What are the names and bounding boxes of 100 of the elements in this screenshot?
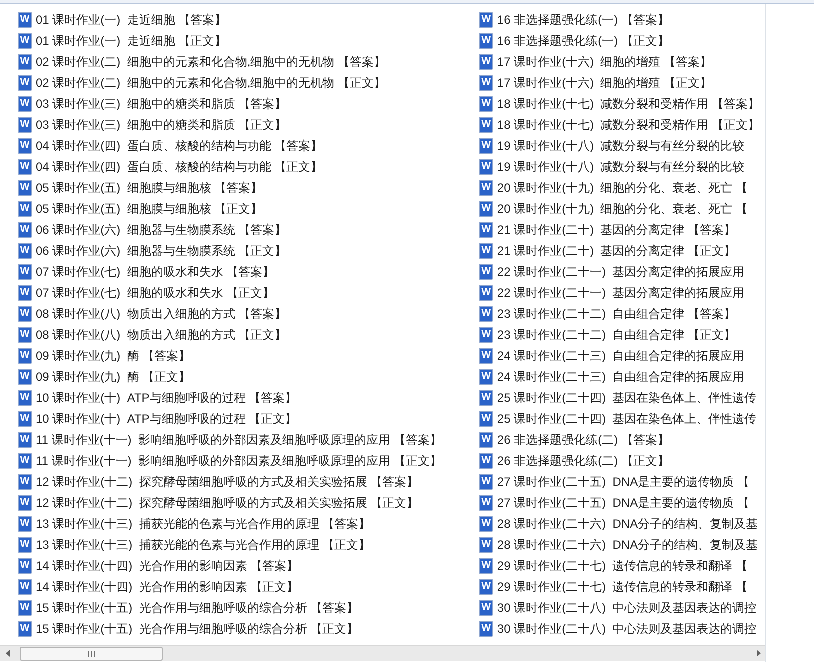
word-document-icon: W (18, 516, 32, 532)
file-name[interactable]: 12 课时作业(十二) 探究酵母菌细胞呼吸的方式及相关实验拓展 【正文】 (36, 494, 419, 510)
word-document-icon: W (18, 620, 32, 636)
word-document-icon: W (18, 474, 32, 490)
scrollbar-thumb[interactable] (20, 646, 163, 660)
file-name[interactable]: 21 课时作业(二十) 基因的分离定律 【答案】 (497, 222, 736, 238)
word-document-icon: W (18, 348, 32, 364)
word-document-icon: W (479, 158, 494, 174)
file-name[interactable]: 27 课时作业(二十五) DNA是主要的遗传物质 【 (497, 494, 750, 510)
file-name[interactable]: 13 课时作业(十三) 捕获光能的色素与光合作用的原理 【答案】 (36, 516, 371, 532)
file-name[interactable]: 28 课时作业(二十六) DNA分子的结构、复制及基 (497, 516, 758, 532)
file-name[interactable]: 11 课时作业(十一) 影响细胞呼吸的外部因素及细胞呼吸原理的应用 【正文】 (36, 452, 442, 468)
file-name[interactable]: 20 课时作业(十九) 细胞的分化、衰老、死亡 【 (497, 200, 748, 216)
word-document-icon: W (18, 410, 32, 426)
word-document-icon: W (18, 578, 32, 594)
word-document-icon: W (479, 558, 494, 574)
horizontal-scrollbar[interactable] (0, 645, 765, 661)
file-name[interactable]: 12 课时作业(十二) 探究酵母菌细胞呼吸的方式及相关实验拓展 【答案】 (36, 474, 419, 490)
file-name[interactable]: 17 课时作业(十六) 细胞的增殖 【正文】 (497, 74, 712, 90)
file-name[interactable]: 16 非选择题强化练(一) 【正文】 (497, 32, 670, 48)
file-name[interactable]: 01 课时作业(一) 走近细胞 【正文】 (36, 32, 227, 48)
word-document-icon: W (18, 452, 32, 468)
word-document-icon: W (18, 600, 32, 616)
word-document-icon: W (479, 96, 494, 112)
file-name[interactable]: 29 课时作业(二十七) 遗传信息的转录和翻译 【 (497, 558, 748, 574)
word-document-icon: W (18, 222, 32, 238)
file-name[interactable]: 08 课时作业(八) 物质出入细胞的方式 【正文】 (36, 326, 287, 342)
word-document-icon: W (18, 138, 32, 154)
file-name[interactable]: 17 课时作业(十六) 细胞的增殖 【答案】 (497, 54, 712, 70)
file-name[interactable]: 04 课时作业(四) 蛋白质、核酸的结构与功能 【正文】 (36, 158, 323, 174)
file-name[interactable]: 28 课时作业(二十六) DNA分子的结构、复制及基 (497, 536, 758, 552)
file-name[interactable]: 18 课时作业(十七) 减数分裂和受精作用 【正文】 (497, 116, 760, 132)
word-document-icon: W (479, 284, 494, 300)
word-document-icon: W (18, 96, 32, 112)
scroll-right-icon[interactable] (756, 650, 761, 657)
file-name[interactable]: 27 课时作业(二十五) DNA是主要的遗传物质 【 (497, 474, 750, 490)
file-name[interactable]: 29 课时作业(二十七) 遗传信息的转录和翻译 【 (497, 578, 748, 594)
word-document-icon: W (18, 536, 32, 552)
word-document-icon: W (18, 74, 32, 90)
file-name[interactable]: 06 课时作业(六) 细胞器与生物膜系统 【正文】 (36, 242, 287, 258)
file-name[interactable]: 19 课时作业(十八) 减数分裂与有丝分裂的比较 (497, 158, 745, 174)
file-name[interactable]: 22 课时作业(二十一) 基因分离定律的拓展应用 (497, 264, 745, 280)
file-name[interactable]: 03 课时作业(三) 细胞中的糖类和脂质 【正文】 (36, 116, 287, 132)
word-document-icon: W (479, 222, 494, 238)
word-document-icon: W (18, 368, 32, 384)
file-name[interactable]: 02 课时作业(二) 细胞中的元素和化合物,细胞中的无机物 【答案】 (36, 54, 386, 70)
file-name[interactable]: 07 课时作业(七) 细胞的吸水和失水 【正文】 (36, 284, 275, 300)
word-document-icon: W (479, 326, 494, 342)
file-name[interactable]: 04 课时作业(四) 蛋白质、核酸的结构与功能 【答案】 (36, 138, 323, 154)
file-name[interactable]: 18 课时作业(十七) 减数分裂和受精作用 【答案】 (497, 96, 760, 112)
word-document-icon: W (479, 390, 494, 406)
file-name[interactable]: 03 课时作业(三) 细胞中的糖类和脂质 【答案】 (36, 96, 287, 112)
word-document-icon: W (18, 284, 32, 300)
file-name[interactable]: 19 课时作业(十八) 减数分裂与有丝分裂的比较 (497, 138, 745, 154)
file-name[interactable]: 30 课时作业(二十八) 中心法则及基因表达的调控 (497, 620, 757, 636)
file-name[interactable]: 20 课时作业(十九) 细胞的分化、衰老、死亡 【 (497, 180, 748, 196)
file-name[interactable]: 05 课时作业(五) 细胞膜与细胞核 【正文】 (36, 200, 263, 216)
word-document-icon: W (479, 578, 494, 594)
file-name[interactable]: 23 课时作业(二十二) 自由组合定律 【正文】 (497, 326, 736, 342)
file-name[interactable]: 26 非选择题强化练(二) 【正文】 (497, 452, 670, 468)
file-name[interactable]: 21 课时作业(二十) 基因的分离定律 【正文】 (497, 242, 736, 258)
file-name[interactable]: 15 课时作业(十五) 光合作用与细胞呼吸的综合分析 【正文】 (36, 620, 359, 636)
word-document-icon: W (479, 180, 494, 196)
file-name[interactable]: 16 非选择题强化练(一) 【答案】 (497, 12, 670, 28)
file-name[interactable]: 25 课时作业(二十四) 基因在染色体上、伴性遗传 (497, 410, 757, 426)
scroll-left-icon[interactable] (6, 650, 11, 657)
file-name[interactable]: 06 课时作业(六) 细胞器与生物膜系统 【答案】 (36, 222, 287, 238)
word-document-icon: W (479, 32, 494, 48)
file-name[interactable]: 07 课时作业(七) 细胞的吸水和失水 【答案】 (36, 264, 275, 280)
word-document-icon: W (479, 452, 494, 468)
word-document-icon: W (18, 116, 32, 132)
file-name[interactable]: 15 课时作业(十五) 光合作用与细胞呼吸的综合分析 【答案】 (36, 600, 359, 616)
word-document-icon: W (18, 200, 32, 216)
file-name[interactable]: 22 课时作业(二十一) 基因分离定律的拓展应用 (497, 284, 745, 300)
file-name[interactable]: 30 课时作业(二十八) 中心法则及基因表达的调控 (497, 600, 757, 616)
file-name[interactable]: 14 课时作业(十四) 光合作用的影响因素 【正文】 (36, 578, 299, 594)
word-document-icon: W (18, 432, 32, 448)
word-document-icon: W (479, 516, 494, 532)
file-name[interactable]: 24 课时作业(二十三) 自由组合定律的拓展应用 (497, 368, 745, 384)
file-name[interactable]: 10 课时作业(十) ATP与细胞呼吸的过程 【正文】 (36, 410, 298, 426)
file-name[interactable]: 24 课时作业(二十三) 自由组合定律的拓展应用 (497, 348, 745, 364)
word-document-icon: W (18, 306, 32, 322)
file-name[interactable]: 11 课时作业(十一) 影响细胞呼吸的外部因素及细胞呼吸原理的应用 【答案】 (36, 432, 442, 448)
file-name[interactable]: 02 课时作业(二) 细胞中的元素和化合物,细胞中的无机物 【正文】 (36, 74, 386, 90)
file-name[interactable]: 05 课时作业(五) 细胞膜与细胞核 【答案】 (36, 180, 263, 196)
file-name[interactable]: 08 课时作业(八) 物质出入细胞的方式 【答案】 (36, 306, 287, 322)
word-document-icon: W (479, 536, 494, 552)
word-document-icon: W (479, 620, 494, 636)
file-name[interactable]: 14 课时作业(十四) 光合作用的影响因素 【答案】 (36, 558, 299, 574)
word-document-icon: W (479, 200, 494, 216)
file-name[interactable]: 10 课时作业(十) ATP与细胞呼吸的过程 【答案】 (36, 390, 298, 406)
file-name[interactable]: 25 课时作业(二十四) 基因在染色体上、伴性遗传 (497, 390, 757, 406)
file-name[interactable]: 09 课时作业(九) 酶 【答案】 (36, 348, 191, 364)
file-name[interactable]: 01 课时作业(一) 走近细胞 【答案】 (36, 12, 227, 28)
word-document-icon: W (18, 558, 32, 574)
file-name[interactable]: 09 课时作业(九) 酶 【正文】 (36, 368, 191, 384)
file-name[interactable]: 26 非选择题强化练(二) 【答案】 (497, 432, 670, 448)
word-document-icon: W (18, 32, 32, 48)
file-name[interactable]: 23 课时作业(二十二) 自由组合定律 【答案】 (497, 306, 736, 322)
file-name[interactable]: 13 课时作业(十三) 捕获光能的色素与光合作用的原理 【正文】 (36, 536, 371, 552)
